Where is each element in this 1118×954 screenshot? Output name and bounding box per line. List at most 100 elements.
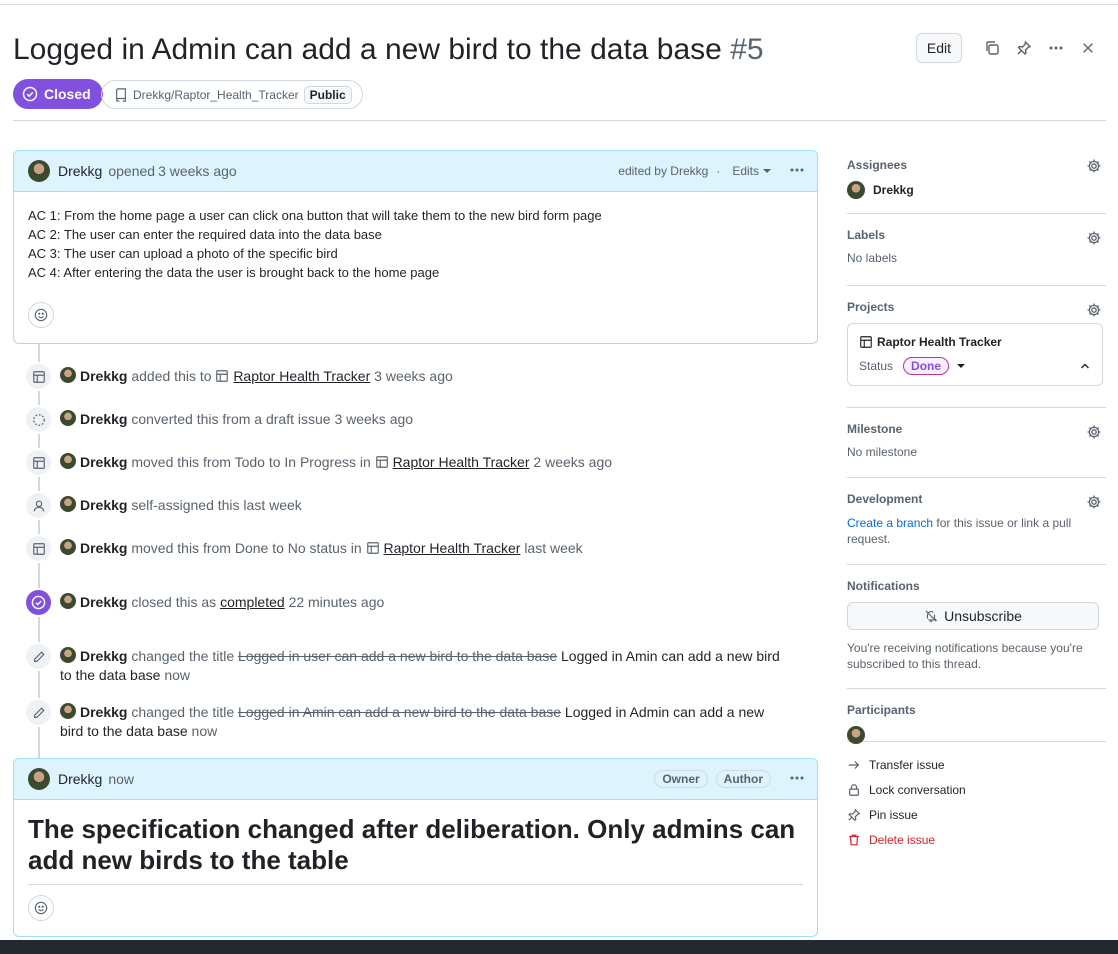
event-text: changed the title <box>131 704 235 720</box>
comment-time[interactable]: 3 weeks ago <box>158 163 237 179</box>
assignee-name[interactable]: Drekkg <box>873 183 914 197</box>
event-time[interactable]: 3 weeks ago <box>374 368 453 384</box>
draft-icon <box>24 405 53 434</box>
event-actor[interactable]: Drekkg <box>80 411 127 427</box>
milestone-section: Milestone No milestone <box>847 408 1106 478</box>
avatar[interactable] <box>60 367 76 383</box>
pin-label: Pin issue <box>869 807 918 822</box>
avatar[interactable] <box>60 539 76 555</box>
project-link[interactable]: Raptor Health Tracker <box>393 454 530 470</box>
more-options-icon[interactable] <box>1040 32 1072 64</box>
comment-heading: The specification changed after delibera… <box>28 814 803 885</box>
notifications-section: Notifications Unsubscribe You're receivi… <box>847 565 1106 689</box>
avatar[interactable] <box>60 410 76 426</box>
add-reaction-button[interactable] <box>28 895 54 921</box>
closed-icon <box>24 588 53 617</box>
event-text: converted this from a draft issue <box>131 411 331 427</box>
project-name[interactable]: Raptor Health Tracker <box>877 335 1002 349</box>
unsubscribe-label: Unsubscribe <box>944 608 1022 624</box>
chevron-up-icon[interactable] <box>1079 360 1091 372</box>
project-title[interactable]: Raptor Health Tracker <box>859 335 1091 349</box>
gear-icon[interactable] <box>1086 230 1102 249</box>
gear-icon[interactable] <box>1086 494 1102 513</box>
delete-label: Delete issue <box>869 832 936 847</box>
pencil-icon <box>24 642 53 671</box>
comment-time[interactable]: now <box>108 771 134 787</box>
ac-line: AC 4: After entering the data the user i… <box>28 265 440 280</box>
repo-pill[interactable]: Drekkg/Raptor_Health_Tracker Public <box>101 80 363 109</box>
pin-icon[interactable] <box>1008 32 1040 64</box>
table-icon <box>860 336 872 348</box>
project-link[interactable]: Raptor Health Tracker <box>383 540 520 556</box>
event-time[interactable]: 22 minutes ago <box>289 594 385 610</box>
avatar[interactable] <box>60 703 76 719</box>
close-icon[interactable] <box>1072 32 1104 64</box>
event-actor[interactable]: Drekkg <box>80 454 127 470</box>
comment-menu-icon[interactable] <box>789 770 805 789</box>
event-text: moved this from Todo to In Progress in <box>131 454 371 470</box>
smiley-icon <box>34 308 48 322</box>
event-time[interactable]: now <box>192 723 218 739</box>
delete-issue-button[interactable]: Delete issue <box>847 827 1106 852</box>
completed-link[interactable]: completed <box>220 594 285 610</box>
avatar[interactable] <box>28 160 50 182</box>
taskbar <box>0 940 1118 954</box>
ac-line: AC 3: The user can upload a photo of the… <box>28 246 338 261</box>
edits-dropdown[interactable]: Edits <box>732 164 771 178</box>
transfer-issue-button[interactable]: Transfer issue <box>847 752 1106 777</box>
caret-down-icon <box>763 169 771 173</box>
participant-avatar[interactable] <box>847 726 865 744</box>
milestone-value: No milestone <box>847 445 918 459</box>
timeline-event: Drekkg moved this from Done to No status… <box>24 534 784 563</box>
event-actor[interactable]: Drekkg <box>80 368 127 384</box>
development-heading: Development <box>847 492 923 506</box>
avatar[interactable] <box>60 496 76 512</box>
assignee[interactable]: Drekkg <box>847 181 1106 199</box>
labels-heading: Labels <box>847 228 886 242</box>
event-time[interactable]: 2 weeks ago <box>533 454 612 470</box>
projects-section: Projects Raptor Health Tracker Status Do… <box>847 286 1106 408</box>
smiley-icon <box>34 901 48 915</box>
gear-icon[interactable] <box>1086 424 1102 443</box>
repo-name[interactable]: Drekkg/Raptor_Health_Tracker <box>133 88 299 102</box>
project-link[interactable]: Raptor Health Tracker <box>233 368 370 384</box>
avatar[interactable] <box>60 453 76 469</box>
repo-icon <box>116 87 126 102</box>
table-icon <box>24 362 53 391</box>
edit-button[interactable]: Edit <box>915 33 962 63</box>
avatar[interactable] <box>60 593 76 609</box>
participants-section: Participants <box>847 689 1106 744</box>
avatar[interactable] <box>60 647 76 663</box>
event-time[interactable]: now <box>164 667 190 683</box>
header-divider <box>13 120 1106 121</box>
comment-menu-icon[interactable] <box>789 162 805 181</box>
event-actor[interactable]: Drekkg <box>80 594 127 610</box>
copy-icon[interactable] <box>976 32 1008 64</box>
event-actor[interactable]: Drekkg <box>80 540 127 556</box>
gear-icon[interactable] <box>1086 302 1102 321</box>
create-branch-link[interactable]: Create a branch <box>847 516 933 530</box>
lock-conversation-button[interactable]: Lock conversation <box>847 777 1106 802</box>
event-actor[interactable]: Drekkg <box>80 497 127 513</box>
event-actor[interactable]: Drekkg <box>80 648 127 664</box>
unsubscribe-button[interactable]: Unsubscribe <box>847 602 1099 630</box>
issue-title-text: Logged in Admin can add a new bird to th… <box>13 33 722 66</box>
avatar[interactable] <box>28 768 50 790</box>
old-title: Logged in Amin can add a new bird to the… <box>238 704 562 720</box>
add-reaction-button[interactable] <box>28 302 54 328</box>
comment-author[interactable]: Drekkg <box>58 163 102 179</box>
pin-issue-button[interactable]: Pin issue <box>847 802 1106 827</box>
header-actions: Edit <box>915 32 1104 64</box>
comment-author[interactable]: Drekkg <box>58 771 102 787</box>
event-actor[interactable]: Drekkg <box>80 704 127 720</box>
event-text: added this to <box>131 368 212 384</box>
event-time[interactable]: last week <box>243 497 301 513</box>
event-time[interactable]: last week <box>524 540 582 556</box>
table-icon <box>216 370 229 382</box>
status-dropdown[interactable]: Done <box>903 357 966 375</box>
event-time[interactable]: 3 weeks ago <box>334 411 413 427</box>
gear-icon[interactable] <box>1086 158 1102 177</box>
notifications-heading: Notifications <box>847 579 920 593</box>
edited-by: edited by Drekkg <box>618 164 709 178</box>
comment-action: opened <box>108 163 156 179</box>
